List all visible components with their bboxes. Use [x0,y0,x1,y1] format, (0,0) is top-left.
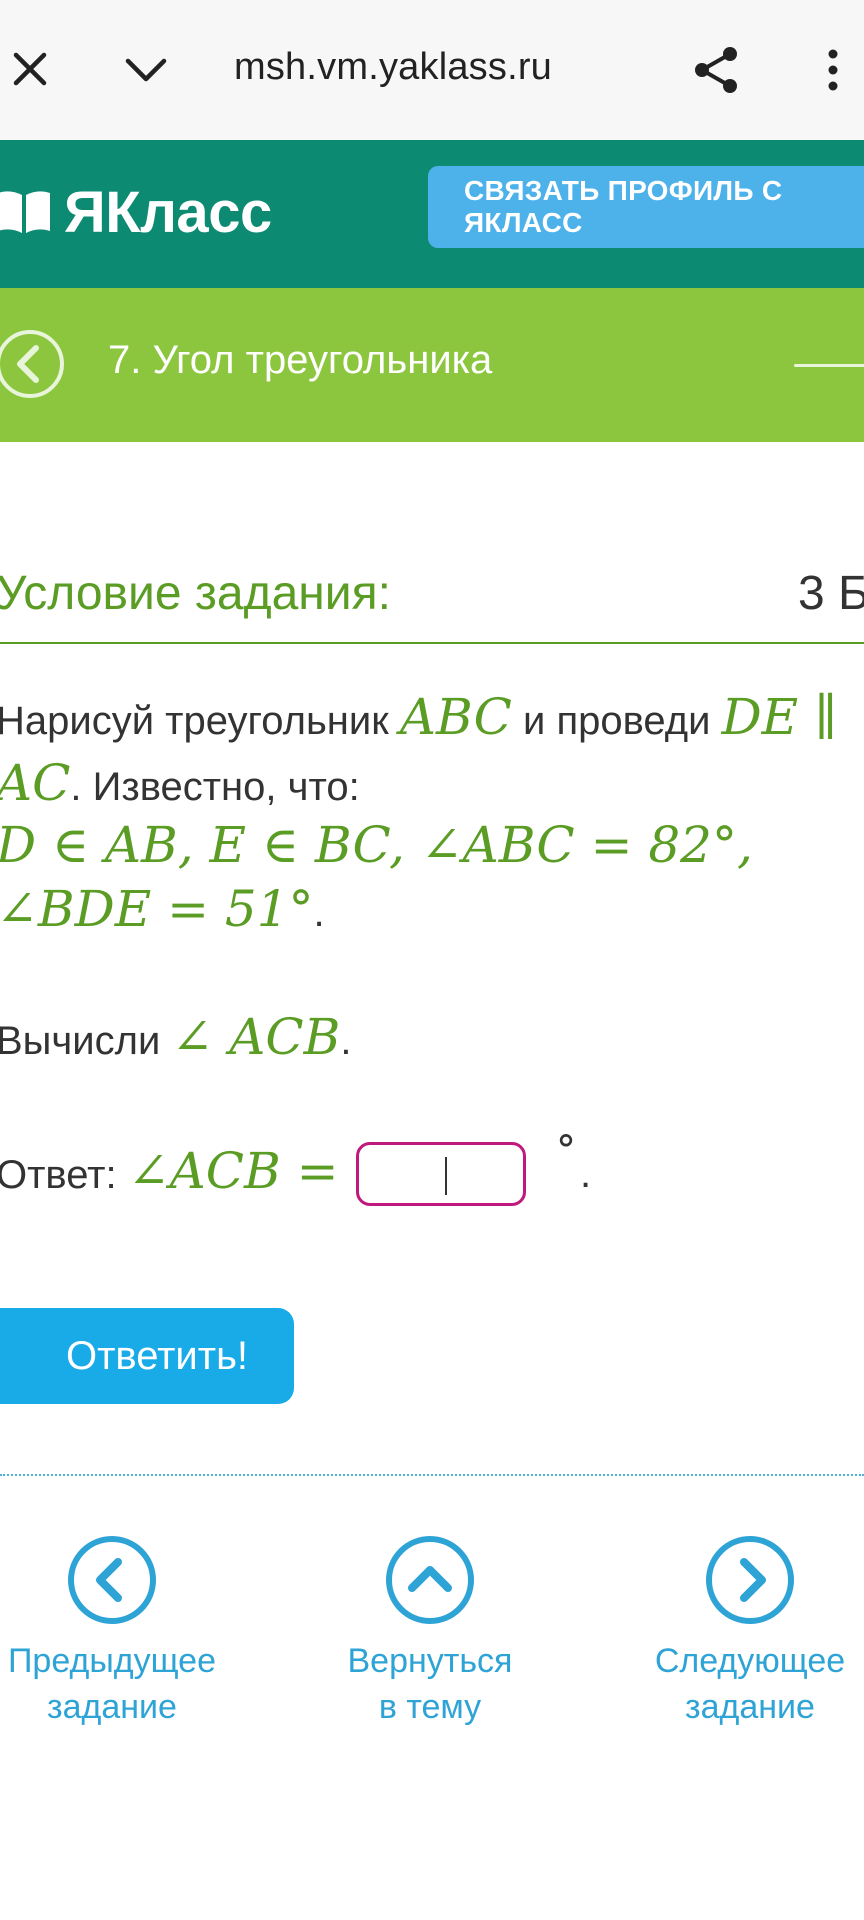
close-icon[interactable] [10,49,50,89]
chevron-left-icon [68,1536,156,1624]
task-text: Вычисли [0,1019,172,1063]
task-text: и проведи [511,699,722,743]
math-abc: ABC [399,688,512,746]
degree-sign: ° [556,1128,576,1174]
chevron-up-icon [386,1536,474,1624]
submit-answer-button[interactable]: Ответить! [0,1308,294,1404]
answer-row: Ответ: ∠ACB = [0,1142,339,1200]
math-de-parallel: DE ∥ [721,688,838,746]
next-task-label: Следующее задание [654,1642,846,1726]
browser-toolbar: msh.vm.yaklass.ru [0,0,864,141]
task-text: Нарисуй треугольник [0,699,400,743]
prev-task-label: Предыдущее задание [7,1642,217,1726]
topic-bar: 7. Угол треугольника [0,288,864,442]
book-icon [0,191,50,233]
answer-label: Ответ: [0,1153,128,1197]
task-text: . Известно, что: [70,765,360,809]
text-caret [445,1157,447,1195]
more-vertical-icon[interactable] [818,46,848,94]
math-ac: AC [0,754,71,812]
heading-divider [0,642,864,644]
nav-divider [0,1474,864,1476]
back-arrow-icon[interactable] [0,328,66,400]
topic-title: 7. Угол треугольника [108,338,493,382]
next-task-link[interactable]: Следующее задание [620,1534,864,1730]
task-text: . [340,1019,352,1063]
url-text[interactable]: msh.vm.yaklass.ru [234,46,552,89]
answer-dot: . [580,1152,592,1196]
task-line-2: AC. Известно, что: [0,754,360,812]
task-heading: Условие задания: [0,567,391,620]
yaklass-logo[interactable]: ЯКласс [0,179,272,245]
task-question: Вычисли ∠ ACB. [0,1008,351,1066]
task-line-4: ∠BDE = 51°. [0,880,325,938]
math-angle-acb: ∠ ACB [171,1008,341,1066]
answer-input[interactable] [356,1142,526,1206]
back-to-topic-link[interactable]: Вернуться в тему [300,1534,560,1730]
math-conditions: D ∈ AB, E ∈ BC, ∠ABC = 82°, [0,816,753,874]
task-line-1: Нарисуй треугольник ABC и проведи DE ∥ [0,688,837,746]
topic-progress-line [794,364,864,367]
answer-math: ∠ACB = [127,1142,339,1200]
task-text: . [313,891,325,935]
share-icon[interactable] [690,44,742,96]
connect-profile-button[interactable]: СВЯЗАТЬ ПРОФИЛЬ С ЯКЛАСС [428,166,864,248]
back-to-topic-label: Вернуться в тему [347,1642,513,1726]
task-line-3: D ∈ AB, E ∈ BC, ∠ABC = 82°, [0,816,753,874]
logo-text: ЯКласс [64,179,272,245]
task-points: 3 Б. [798,567,864,620]
chevron-right-icon [706,1536,794,1624]
math-angle-bde: ∠BDE = 51° [0,880,314,938]
prev-task-link[interactable]: Предыдущее задание [0,1534,242,1730]
site-header: ЯКласс СВЯЗАТЬ ПРОФИЛЬ С ЯКЛАСС [0,140,864,288]
chevron-down-icon[interactable] [122,49,170,89]
